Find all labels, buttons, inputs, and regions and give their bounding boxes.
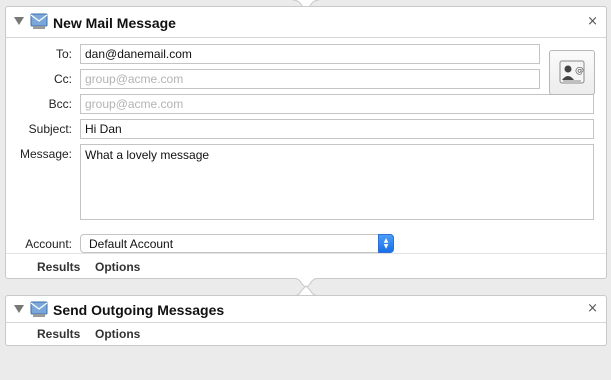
address-book-button[interactable]: @	[549, 50, 595, 95]
cc-label: Cc:	[54, 72, 72, 86]
options-tab[interactable]: Options	[95, 260, 140, 274]
results-tab[interactable]: Results	[37, 327, 80, 341]
action-send-outgoing-messages: Send Outgoing Messages × Results Options	[5, 295, 607, 346]
close-icon[interactable]: ×	[587, 14, 598, 29]
to-field[interactable]	[80, 44, 540, 64]
action-new-mail-message: New Mail Message × To: Cc: Bcc: Subject:…	[5, 6, 607, 279]
action-header: New Mail Message ×	[6, 7, 606, 37]
cc-field[interactable]	[80, 69, 540, 89]
to-label: To:	[55, 47, 72, 61]
disclosure-triangle-icon[interactable]	[14, 305, 24, 313]
account-label: Account:	[25, 237, 72, 251]
svg-text:@: @	[575, 66, 584, 76]
message-label: Message:	[19, 147, 72, 161]
subject-field[interactable]	[80, 119, 594, 139]
disclosure-triangle-icon[interactable]	[14, 17, 24, 25]
message-field[interactable]: What a lovely message	[80, 144, 594, 220]
action-body: To: Cc: Bcc: Subject: Message: What a lo…	[6, 37, 606, 253]
bcc-label: Bcc:	[48, 97, 72, 111]
account-select-value: Default Account	[89, 237, 174, 251]
action-footer: Results Options	[6, 253, 606, 279]
bcc-field[interactable]	[80, 94, 594, 114]
action-title: New Mail Message	[53, 15, 176, 31]
action-footer: Results Options	[6, 322, 606, 345]
action-title: Send Outgoing Messages	[53, 302, 225, 318]
mail-app-icon	[30, 301, 48, 317]
mail-app-icon	[30, 13, 48, 29]
options-tab[interactable]: Options	[95, 327, 140, 341]
chevron-updown-icon[interactable]: ▲ ▼	[378, 234, 394, 253]
subject-label: Subject:	[28, 122, 72, 136]
results-tab[interactable]: Results	[37, 260, 80, 274]
close-icon[interactable]: ×	[587, 301, 598, 316]
workflow-connector-middle	[293, 278, 319, 296]
action-header: Send Outgoing Messages ×	[6, 296, 606, 322]
address-book-icon: @	[559, 60, 585, 84]
account-select[interactable]: Default Account ▲ ▼	[80, 234, 394, 253]
